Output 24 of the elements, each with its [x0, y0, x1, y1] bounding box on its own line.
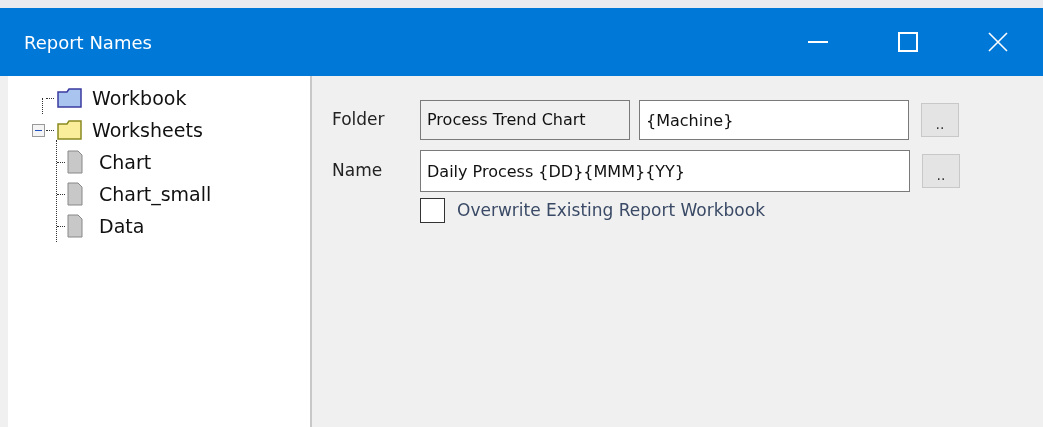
document-icon: [67, 150, 83, 174]
window-title: Report Names: [24, 30, 153, 55]
tree-item[interactable]: Workbook: [92, 83, 187, 113]
tree-item[interactable]: Chart_small: [99, 179, 212, 209]
tree-item[interactable]: Worksheets: [92, 115, 203, 145]
minimize-icon: [808, 41, 828, 43]
tree-item[interactable]: Chart: [99, 147, 152, 177]
field-label: Name: [332, 159, 384, 183]
checkbox-label: Overwrite Existing Report Workbook: [457, 199, 766, 222]
readonly-field: Process Trend Chart: [420, 100, 630, 140]
browse-button[interactable]: ..: [922, 154, 960, 188]
folder-icon: [56, 119, 84, 141]
folder-icon: [56, 87, 84, 109]
input-field[interactable]: {Machine}: [639, 100, 909, 140]
close-icon: [988, 32, 1008, 52]
collapse-toggle[interactable]: [32, 123, 45, 137]
field-label: Folder: [332, 108, 386, 132]
browse-button[interactable]: ..: [921, 103, 959, 137]
maximize-icon: [898, 32, 918, 52]
document-icon: [67, 214, 83, 238]
document-icon: [67, 182, 83, 206]
tree-item[interactable]: Data: [99, 211, 145, 241]
input-field[interactable]: Daily Process {DD}{MMM}{YY}: [420, 150, 910, 192]
checkbox[interactable]: [420, 198, 445, 224]
